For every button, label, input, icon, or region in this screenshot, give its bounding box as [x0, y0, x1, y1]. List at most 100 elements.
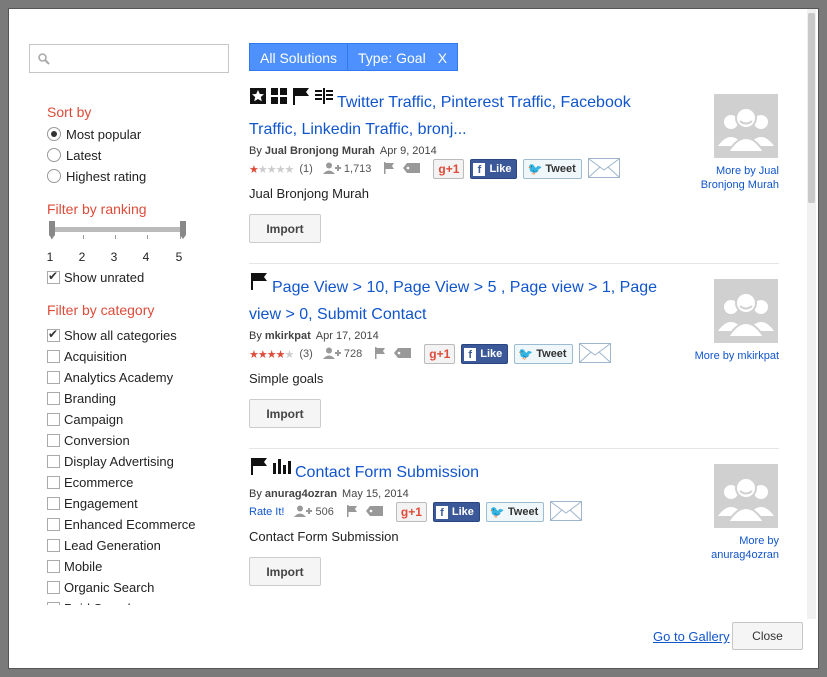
rate-it-link[interactable]: Rate It! [249, 506, 284, 518]
report-flag-icon[interactable] [346, 504, 358, 520]
tweet-button[interactable]: 🐦 Tweet [514, 344, 573, 365]
tag-icon[interactable] [394, 347, 412, 362]
google-plus-button[interactable]: g+1 [395, 502, 427, 523]
facebook-icon: f [473, 162, 486, 176]
checkbox[interactable] [47, 559, 60, 573]
report-flag-icon[interactable] [383, 161, 395, 177]
users-count: 728 [322, 347, 362, 362]
star-icon: ★ [275, 163, 286, 176]
report-flag-icon[interactable] [374, 346, 386, 362]
checkbox[interactable] [47, 269, 60, 284]
sort-option-most-popular[interactable]: Most popular [47, 125, 141, 143]
goal-flag-icon [249, 272, 269, 299]
solution-title: Contact Form Submission [249, 457, 779, 486]
more-by-author-link[interactable]: More by mkirkpat [679, 349, 779, 363]
publish-date: Apr 9, 2014 [379, 145, 437, 158]
publish-date: May 15, 2014 [342, 488, 409, 501]
checkbox[interactable] [47, 601, 60, 605]
checkbox[interactable] [47, 412, 60, 426]
category-conversion[interactable]: Conversion [47, 431, 130, 449]
slider-min-handle[interactable] [49, 221, 55, 239]
checkbox[interactable] [47, 327, 60, 342]
sort-option-latest[interactable]: Latest [47, 146, 101, 164]
star-icon: ★ [266, 163, 277, 176]
category-campaign[interactable]: Campaign [47, 410, 123, 428]
slider-tick [115, 235, 116, 239]
category-organic-search[interactable]: Organic Search [47, 578, 154, 596]
radio-button[interactable] [47, 127, 61, 141]
show-unrated-checkbox[interactable]: Show unrated [47, 268, 144, 286]
radio-button[interactable] [47, 169, 61, 183]
email-share-icon[interactable] [587, 157, 620, 181]
email-share-icon[interactable] [550, 500, 583, 524]
category-acquisition[interactable]: Acquisition [47, 347, 127, 365]
search-icon [38, 53, 50, 65]
checkbox[interactable] [47, 475, 60, 489]
category-enhanced-ecommerce[interactable]: Enhanced Ecommerce [47, 515, 196, 533]
more-by-author-link[interactable]: More by anurag4ozran [679, 534, 779, 562]
facebook-icon: f [464, 347, 477, 361]
checkbox[interactable] [47, 391, 60, 405]
publish-date: Apr 17, 2014 [315, 330, 379, 343]
chip-type-goal[interactable]: Type: Goal X [347, 43, 459, 71]
search-input[interactable] [54, 49, 222, 69]
checkbox[interactable] [47, 538, 60, 552]
tag-icon[interactable] [403, 162, 421, 177]
star-icon: ★ [284, 163, 295, 176]
google-plus-button[interactable]: g+1 [433, 159, 465, 180]
category-lead-generation[interactable]: Lead Generation [47, 536, 161, 554]
chip-all-solutions[interactable]: All Solutions [249, 43, 349, 71]
category-engagement[interactable]: Engagement [47, 494, 138, 512]
twitter-bird-icon: 🐦 [527, 162, 543, 177]
checkbox[interactable] [47, 496, 60, 510]
solution-description: Simple goals [249, 371, 324, 387]
rating-stars[interactable]: ★ ★ ★ ★ ★ [249, 348, 294, 361]
result-divider [249, 263, 779, 264]
more-by-author-link[interactable]: More by Jual Bronjong Murah [679, 164, 779, 192]
report-icon [272, 457, 292, 484]
facebook-like-button[interactable]: f Like [461, 344, 509, 365]
category-mobile[interactable]: Mobile [47, 557, 102, 575]
close-button[interactable]: Close [732, 622, 803, 650]
email-share-icon[interactable] [578, 342, 611, 366]
category-branding[interactable]: Branding [47, 389, 116, 407]
category-ecommerce[interactable]: Ecommerce [47, 473, 133, 491]
search-box[interactable] [29, 44, 229, 73]
tweet-button[interactable]: 🐦 Tweet [485, 502, 545, 523]
checkbox[interactable] [47, 517, 60, 531]
segment-icon [249, 87, 267, 114]
radio-button[interactable] [47, 148, 61, 162]
category-display-advertising[interactable]: Display Advertising [47, 452, 174, 470]
import-button[interactable]: Import [249, 214, 321, 244]
checkbox[interactable] [47, 580, 60, 594]
checkbox[interactable] [47, 433, 60, 447]
report-icon [314, 87, 334, 114]
solution-title-link[interactable]: Page View > 10, Page View > 5 , Page vie… [249, 279, 657, 323]
slider-max-handle[interactable] [180, 221, 186, 239]
category-paid-search[interactable]: Paid Search [47, 599, 135, 605]
results-scrollbar[interactable] [807, 9, 816, 619]
remove-filter-button[interactable]: X [438, 50, 447, 66]
google-plus-button[interactable]: g+1 [424, 344, 456, 365]
tag-icon[interactable] [365, 505, 384, 520]
category-show-all-categories[interactable]: Show all categories [47, 326, 177, 344]
rating-stars[interactable]: ★ ★ ★ ★ ★ [249, 163, 295, 176]
solution-title-link[interactable]: Contact Form Submission [295, 464, 479, 481]
facebook-like-button[interactable]: f Like [470, 159, 518, 180]
author-avatar[interactable] [714, 94, 778, 158]
scrollbar-thumb[interactable] [808, 13, 815, 203]
category-analytics-academy[interactable]: Analytics Academy [47, 368, 173, 386]
ranking-slider[interactable] [47, 221, 187, 251]
tweet-button[interactable]: 🐦 Tweet [523, 159, 582, 180]
go-to-gallery-link[interactable]: Go to Gallery [653, 629, 730, 644]
facebook-like-button[interactable]: f Like [432, 502, 480, 523]
checkbox[interactable] [47, 454, 60, 468]
import-button[interactable]: Import [249, 399, 321, 429]
sort-option-highest-rating[interactable]: Highest rating [47, 167, 146, 185]
checkbox[interactable] [47, 349, 60, 363]
checkbox[interactable] [47, 370, 60, 384]
import-button[interactable]: Import [249, 557, 321, 587]
author-avatar[interactable] [714, 279, 778, 343]
author-avatar[interactable] [714, 464, 778, 528]
solution-title: Page View > 10, Page View > 5 , Page vie… [249, 272, 779, 328]
